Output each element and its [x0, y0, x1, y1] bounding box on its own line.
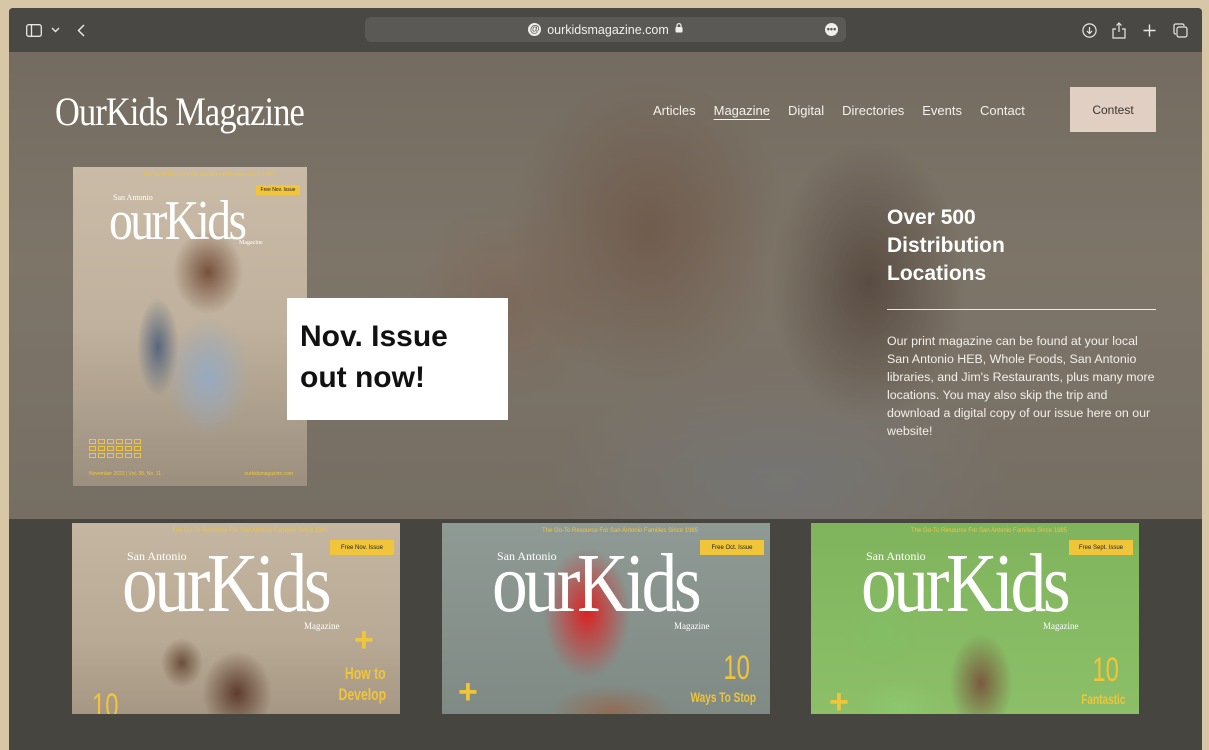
nav-directories[interactable]: Directories — [842, 103, 904, 118]
hero-magazine-cover[interactable]: The Go-To Resource For San Antonio Famil… — [73, 167, 307, 486]
hero-section: OurKids Magazine Articles Magazine Digit… — [9, 52, 1202, 519]
cover-sub: Magazine — [239, 240, 263, 246]
issue-callout-text: Nov. Issue out now! — [300, 320, 448, 394]
page-menu-icon[interactable]: ••• — [825, 23, 838, 36]
plus-graphic-icon: + — [458, 673, 478, 711]
distribution-body: Our print magazine can be found at your … — [887, 334, 1155, 438]
cover-headline-line-1: How to — [345, 664, 386, 683]
cover-sub: Magazine — [304, 621, 340, 631]
cover-free-badge: Free Nov. Issue — [256, 185, 300, 195]
cover-number: 10 — [1092, 651, 1119, 689]
cover-url: ourkidsmagazine.com — [244, 471, 293, 477]
magazine-cover-september[interactable]: The Go-To Resource For San Antonio Famil… — [811, 523, 1139, 714]
magazine-cover-november[interactable]: The Go-To Resource For San Antonio Famil… — [72, 523, 400, 714]
cover-city: San Antonio — [497, 549, 557, 563]
cover-city: San Antonio — [113, 193, 153, 202]
back-icon[interactable] — [75, 20, 87, 40]
cover-free-badge: Free Sept. Issue — [1069, 540, 1133, 555]
cover-sub: Magazine — [674, 621, 710, 631]
nav-digital[interactable]: Digital — [788, 103, 824, 118]
cover-headline: Fantastic — [1080, 691, 1125, 707]
browser-window: @ ourkidsmagazine.com ••• OurKids Magazi… — [9, 8, 1202, 750]
url-text: ourkidsmagazine.com — [547, 22, 669, 37]
sidebar-icon[interactable] — [25, 20, 43, 40]
cover-date: November 2023 | Vol. 38, No. 11 — [89, 471, 162, 477]
site-favicon-icon: @ — [528, 23, 542, 36]
nav-events[interactable]: Events — [922, 103, 962, 118]
cover-sub: Magazine — [1043, 621, 1079, 631]
cover-headline-line-2: Develop — [338, 685, 386, 704]
magazine-cover-october[interactable]: The Go-To Resource For San Antonio Famil… — [442, 523, 770, 714]
nav-contact[interactable]: Contact — [980, 103, 1025, 118]
issue-callout-box: Nov. Issue out now! — [287, 298, 508, 420]
cover-free-badge: Free Oct. Issue — [700, 540, 764, 555]
cover-headline: Ways To Stop — [690, 689, 756, 705]
share-icon[interactable] — [1110, 20, 1128, 40]
plus-graphic-icon: + — [829, 683, 849, 714]
contest-button[interactable]: Contest — [1070, 87, 1156, 132]
site-logo[interactable]: OurKids Magazine — [55, 88, 305, 135]
cover-tagline: The Go-To Resource For San Antonio Famil… — [172, 528, 329, 534]
distribution-divider — [887, 309, 1156, 310]
cover-grid-graphic — [89, 439, 141, 458]
main-nav: Articles Magazine Digital Directories Ev… — [653, 103, 1043, 118]
cover-city: San Antonio — [127, 549, 187, 563]
download-icon[interactable] — [1080, 20, 1098, 40]
cover-tagline: The Go-To Resource For San Antonio Famil… — [542, 528, 699, 534]
address-bar[interactable]: @ ourkidsmagazine.com ••• — [365, 17, 846, 42]
cover-tagline: The Go-To Resource For San Antonio Famil… — [143, 172, 274, 178]
plus-graphic-icon: + — [354, 621, 374, 659]
browser-toolbar: @ ourkidsmagazine.com ••• — [9, 8, 1202, 52]
plus-icon[interactable] — [1140, 20, 1158, 40]
chevron-down-icon[interactable] — [49, 20, 61, 40]
distribution-title: Over 500 Distribution Locations — [887, 206, 1005, 285]
cover-tagline: The Go-To Resource For San Antonio Famil… — [911, 528, 1068, 534]
cover-number: 10 — [723, 649, 750, 687]
tabs-icon[interactable] — [1171, 20, 1189, 40]
cover-free-badge: Free Nov. Issue — [330, 540, 394, 555]
cover-city: San Antonio — [866, 549, 926, 563]
nav-articles[interactable]: Articles — [653, 103, 696, 118]
lock-icon — [675, 23, 683, 36]
cover-number: 10 — [92, 687, 119, 714]
nav-magazine[interactable]: Magazine — [714, 103, 770, 118]
